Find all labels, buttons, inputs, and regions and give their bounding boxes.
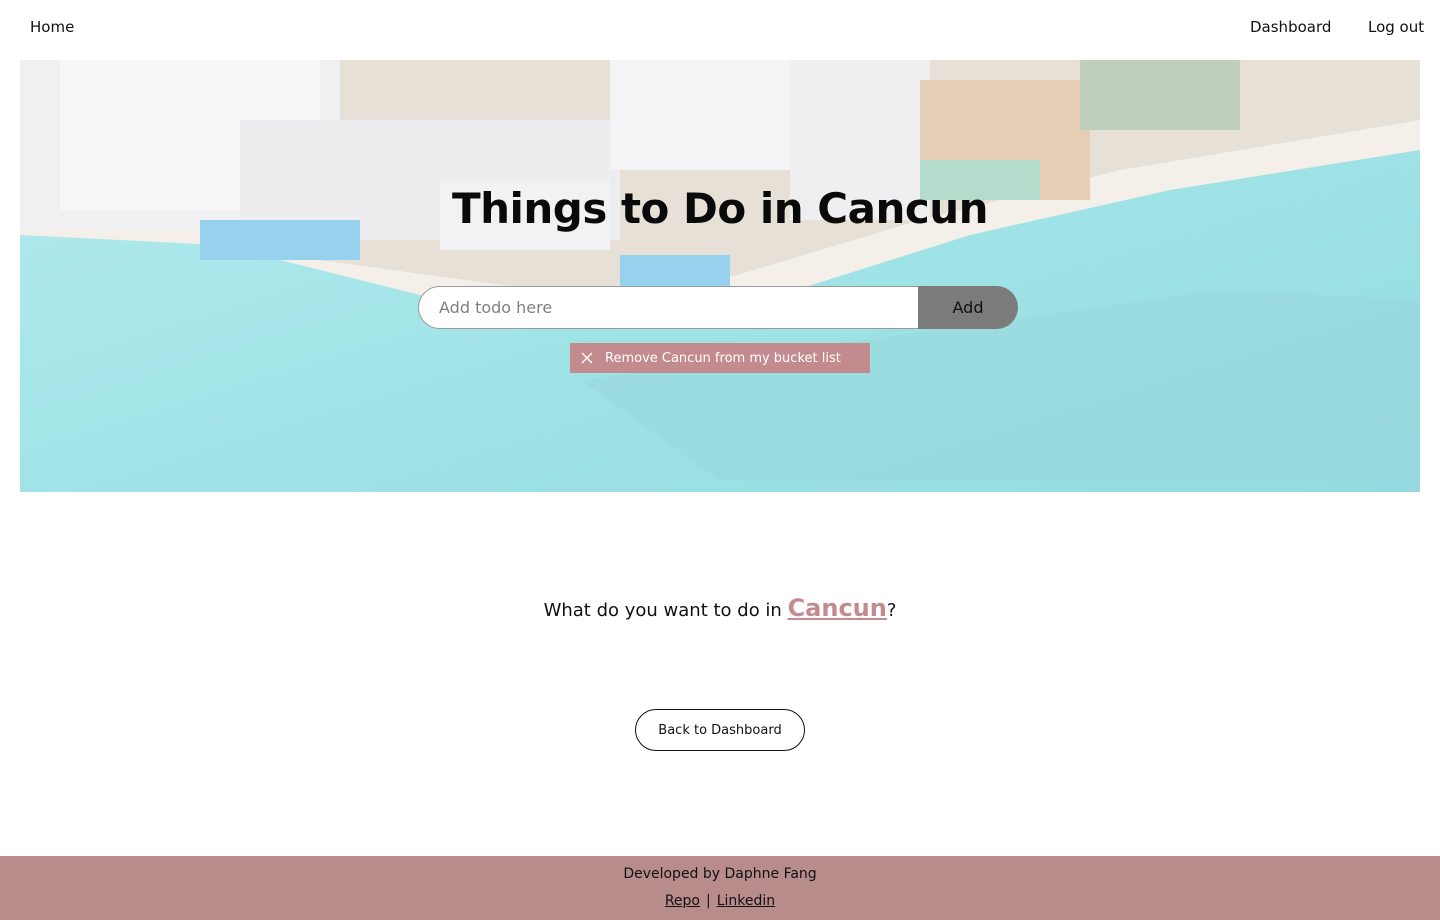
prompt-suffix: ?	[886, 600, 897, 621]
nav-dashboard-link[interactable]: Dashboard	[1250, 18, 1331, 36]
footer-links: Repo | Linkedin	[0, 893, 1440, 909]
add-todo-button[interactable]: Add	[918, 286, 1018, 329]
prompt-text: What do you want to do in	[543, 600, 788, 621]
footer: Developed by Daphne Fang Repo | Linkedin	[0, 856, 1440, 920]
top-nav: Home Dashboard Log out	[0, 0, 1440, 60]
nav-logout-link[interactable]: Log out	[1368, 18, 1424, 36]
close-icon	[581, 352, 593, 364]
city-link[interactable]: Cancun	[788, 594, 887, 622]
todo-prompt: What do you want to do in Cancun?	[0, 594, 1440, 622]
page-title: Things to Do in Cancun	[451, 184, 989, 233]
back-to-dashboard-button[interactable]: Back to Dashboard	[635, 709, 805, 751]
footer-separator: |	[706, 893, 711, 909]
hero-background-image	[20, 60, 1420, 492]
remove-from-bucket-list-button[interactable]: Remove Cancun from my bucket list	[570, 343, 870, 373]
todo-input[interactable]	[418, 286, 918, 329]
add-todo-form: Add	[418, 286, 1018, 329]
linkedin-link[interactable]: Linkedin	[717, 893, 775, 909]
remove-button-label: Remove Cancun from my bucket list	[605, 350, 841, 366]
developer-credit: Developed by Daphne Fang	[623, 866, 817, 882]
hero-banner	[20, 60, 1420, 492]
nav-home-link[interactable]: Home	[30, 18, 74, 36]
repo-link[interactable]: Repo	[665, 893, 700, 909]
